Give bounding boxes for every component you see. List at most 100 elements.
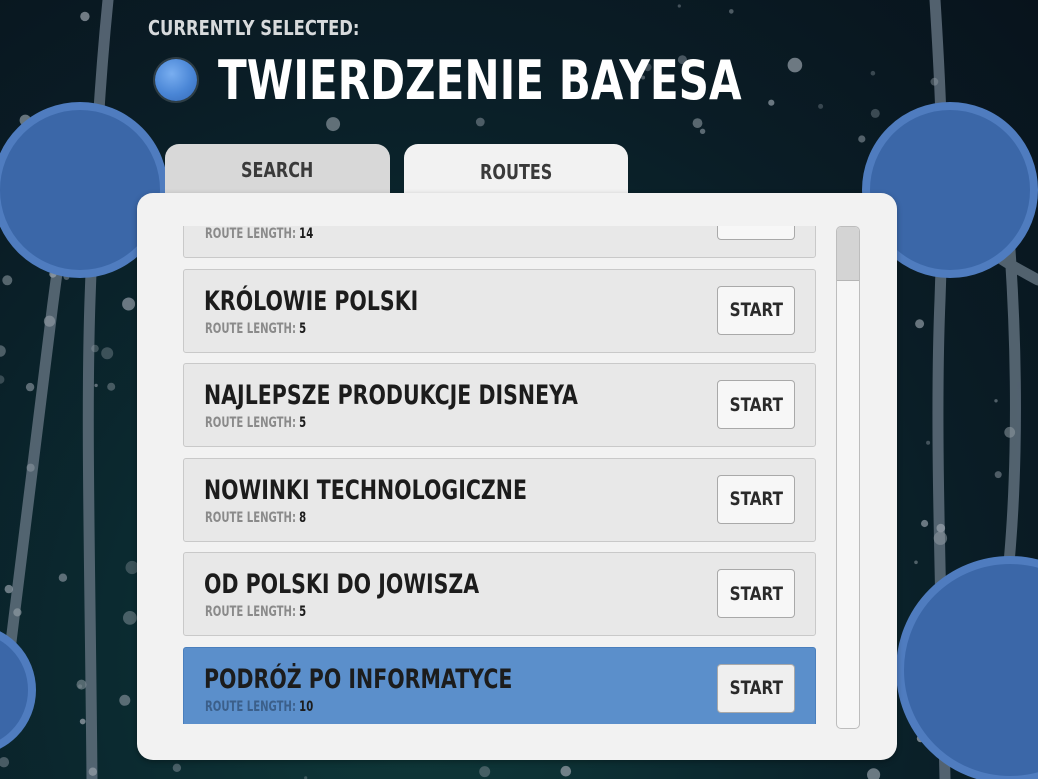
route-row[interactable]: KRÓLOWIE POLSKI ROUTE LENGTH: 5 START (183, 268, 816, 353)
route-length: ROUTE LENGTH: 10 (205, 699, 313, 715)
route-length-value: 14 (299, 226, 314, 242)
route-row[interactable]: NOWINKI TECHNOLOGICZNE ROUTE LENGTH: 8 STA… (183, 457, 816, 542)
particle (1004, 426, 1016, 438)
selected-node-title: TWIERDZENIE BAYESA (218, 49, 742, 112)
particle (58, 573, 68, 582)
particle (43, 315, 56, 327)
particle (692, 118, 703, 128)
particle (119, 694, 131, 706)
start-button-label: START (729, 393, 783, 416)
particle (107, 382, 116, 391)
particle (729, 9, 734, 14)
route-length-value: 8 (299, 509, 307, 526)
particle (13, 608, 22, 617)
particle (930, 77, 939, 86)
route-length-label: ROUTE LENGTH: (205, 509, 296, 526)
route-length: ROUTE LENGTH: 5 (205, 415, 306, 431)
tab-search[interactable]: SEARCH (165, 144, 390, 196)
particle (0, 375, 5, 384)
particle (2, 275, 13, 286)
particle (768, 99, 775, 106)
start-route-button[interactable]: START (717, 569, 795, 618)
route-row[interactable]: NAJLEPSZE PRODUKCJE DISNEYA ROUTE LENGTH:… (183, 363, 816, 447)
routes-scrollbar[interactable] (836, 226, 860, 729)
scrollbar-thumb[interactable] (837, 227, 859, 281)
particle (78, 684, 83, 689)
particle (91, 344, 99, 353)
particle (326, 117, 341, 132)
route-length: ROUTE LENGTH: 14 (205, 226, 313, 242)
particle (101, 347, 114, 360)
particle (787, 57, 803, 73)
currently-selected-label: CURRENTLY SELECTED: (148, 16, 360, 40)
routes-list-content: ROUTE LENGTH: 14 START KRÓLOWIE POLSKI ROUT… (183, 226, 816, 724)
selected-node-dot-icon (155, 59, 197, 101)
particle (699, 128, 706, 134)
route-name: NOWINKI TECHNOLOGICZNE (204, 474, 527, 506)
route-name: NAJLEPSZE PRODUKCJE DISNEYA (204, 380, 578, 411)
start-button-label: START (729, 488, 783, 510)
particle (858, 135, 866, 143)
particle (172, 763, 182, 772)
start-route-button[interactable]: START (717, 380, 795, 429)
route-length-label: ROUTE LENGTH: (205, 415, 296, 431)
start-button-label: START (729, 582, 783, 605)
start-route-button[interactable]: START (717, 474, 795, 524)
tab-routes[interactable]: ROUTES (404, 144, 628, 200)
particle (479, 766, 491, 778)
particle (80, 11, 90, 22)
route-length-value: 5 (299, 320, 307, 337)
particle (122, 297, 136, 311)
route-length-label: ROUTE LENGTH: (205, 226, 296, 242)
particle (994, 471, 1002, 479)
particle (994, 399, 998, 403)
particle (914, 560, 918, 565)
particle (677, 4, 681, 8)
particle (936, 523, 946, 533)
route-length: ROUTE LENGTH: 5 (205, 321, 306, 337)
particle (26, 463, 35, 472)
particle (915, 319, 925, 329)
particle (25, 382, 35, 392)
route-length-label: ROUTE LENGTH: (205, 320, 296, 337)
tab-routes-label: ROUTES (479, 160, 553, 184)
particle (94, 383, 98, 388)
particle (4, 584, 13, 594)
routes-list[interactable]: ROUTE LENGTH: 14 START KRÓLOWIE POLSKI ROUT… (183, 226, 818, 724)
route-length-value: 5 (299, 604, 307, 620)
start-button-label: START (729, 299, 783, 321)
particle (867, 768, 881, 779)
particle (933, 531, 948, 545)
route-row[interactable]: OD POLSKI DO JOWISZA ROUTE LENGTH: 5 START (183, 552, 816, 636)
tab-search-label: SEARCH (241, 158, 314, 182)
particle (76, 679, 87, 690)
start-button-label: START (729, 226, 782, 227)
particle (870, 70, 876, 76)
particle (122, 611, 137, 625)
particle (0, 757, 10, 768)
route-length-label: ROUTE LENGTH: (205, 698, 296, 715)
particle (475, 117, 485, 127)
particle (0, 345, 6, 357)
particle (560, 765, 572, 777)
route-length-label: ROUTE LENGTH: (205, 604, 296, 620)
start-button-label: START (729, 677, 783, 699)
route-length: ROUTE LENGTH: 5 (205, 604, 306, 620)
particle (870, 108, 880, 118)
route-length: ROUTE LENGTH: 8 (205, 510, 306, 526)
route-name: OD POLSKI DO JOWISZA (204, 569, 480, 600)
start-route-button[interactable]: START (717, 285, 795, 335)
particle (926, 440, 931, 445)
route-name: PODRÓŻ PO INFORMATYCE (204, 663, 513, 695)
start-route-button[interactable]: START (717, 226, 795, 240)
particle (88, 767, 98, 776)
route-name: KRÓLOWIE POLSKI (204, 285, 419, 317)
route-length-value: 10 (299, 698, 314, 715)
route-row[interactable]: PODRÓŻ PO INFORMATYCE ROUTE LENGTH: 10 STA… (183, 646, 816, 724)
route-length-value: 5 (299, 415, 307, 431)
particle (818, 103, 824, 109)
route-row[interactable]: ROUTE LENGTH: 14 START (183, 226, 816, 258)
particle (79, 718, 86, 725)
start-route-button[interactable]: START (717, 663, 795, 713)
particle (921, 519, 929, 528)
